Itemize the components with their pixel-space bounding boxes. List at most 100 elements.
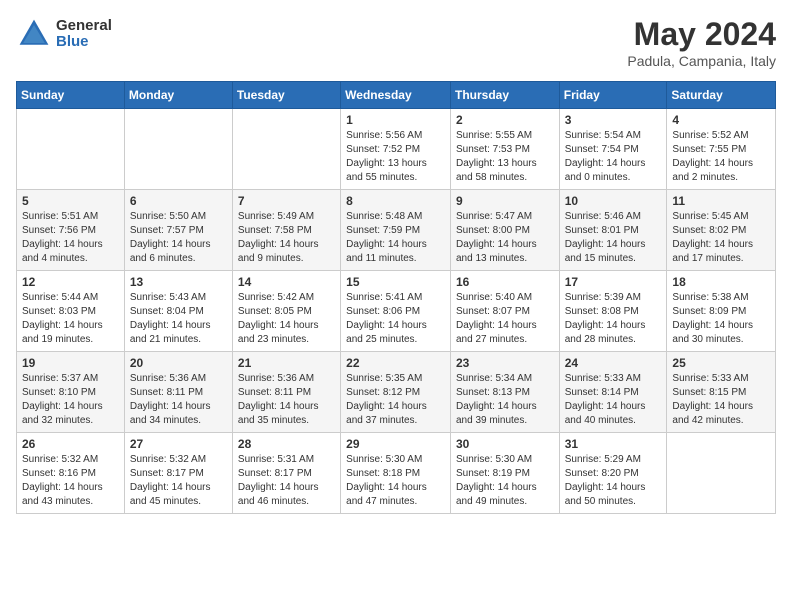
day-number: 24 [565,356,662,370]
sunrise-info: Sunrise: 5:34 AM [456,373,532,384]
logo: General Blue [16,16,112,52]
sunrise-info: Sunrise: 5:41 AM [346,292,422,303]
sunset-info: Sunset: 8:17 PM [130,468,204,479]
daylight-info: Daylight: 14 hours [346,320,427,331]
day-info: Sunrise: 5:36 AMSunset: 8:11 PMDaylight:… [130,372,227,428]
daylight-info: Daylight: 14 hours [672,158,753,169]
day-info: Sunrise: 5:45 AMSunset: 8:02 PMDaylight:… [672,210,770,266]
sunrise-info: Sunrise: 5:36 AM [238,373,314,384]
calendar-cell: 23Sunrise: 5:34 AMSunset: 8:13 PMDayligh… [450,352,559,433]
calendar-cell: 13Sunrise: 5:43 AMSunset: 8:04 PMDayligh… [124,271,232,352]
sunrise-info: Sunrise: 5:33 AM [672,373,748,384]
daylight-info: Daylight: 14 hours [565,158,646,169]
day-number: 11 [672,194,770,208]
weekday-header-saturday: Saturday [667,82,776,109]
daylight-info: and 30 minutes. [672,334,743,345]
calendar-title: May 2024 [627,16,776,53]
calendar-week-5: 26Sunrise: 5:32 AMSunset: 8:16 PMDayligh… [17,433,776,514]
day-info: Sunrise: 5:33 AMSunset: 8:14 PMDaylight:… [565,372,662,428]
sunset-info: Sunset: 8:00 PM [456,225,530,236]
sunset-info: Sunset: 8:04 PM [130,306,204,317]
calendar-cell: 1Sunrise: 5:56 AMSunset: 7:52 PMDaylight… [341,109,451,190]
sunrise-info: Sunrise: 5:30 AM [456,454,532,465]
sunset-info: Sunset: 8:13 PM [456,387,530,398]
daylight-info: and 58 minutes. [456,172,527,183]
daylight-info: and 28 minutes. [565,334,636,345]
day-info: Sunrise: 5:56 AMSunset: 7:52 PMDaylight:… [346,129,445,185]
daylight-info: Daylight: 14 hours [456,482,537,493]
day-info: Sunrise: 5:42 AMSunset: 8:05 PMDaylight:… [238,291,335,347]
daylight-info: and 34 minutes. [130,415,201,426]
day-info: Sunrise: 5:47 AMSunset: 8:00 PMDaylight:… [456,210,554,266]
calendar-cell: 15Sunrise: 5:41 AMSunset: 8:06 PMDayligh… [341,271,451,352]
day-info: Sunrise: 5:54 AMSunset: 7:54 PMDaylight:… [565,129,662,185]
daylight-info: and 42 minutes. [672,415,743,426]
daylight-info: Daylight: 14 hours [238,401,319,412]
calendar-location: Padula, Campania, Italy [627,53,776,69]
calendar-cell: 3 Sunrise: 5:54 AMSunset: 7:54 PMDaylight… [559,109,667,190]
calendar-cell: 14 Sunrise: 5:42 AMSunset: 8:05 PMDayligh… [232,271,340,352]
calendar-cell: 30Sunrise: 5:30 AMSunset: 8:19 PMDayligh… [450,433,559,514]
sunset-info: Sunset: 8:16 PM [22,468,96,479]
logo-general-text: General [56,18,112,35]
logo-text: General Blue [56,18,112,51]
daylight-info: and 6 minutes. [130,253,196,264]
calendar-cell: 22Sunrise: 5:35 AMSunset: 8:12 PMDayligh… [341,352,451,433]
day-number: 7 [238,194,335,208]
day-number: 12 [22,275,119,289]
sunset-info: Sunset: 8:15 PM [672,387,746,398]
sunset-info: Sunset: 8:02 PM [672,225,746,236]
day-number: 15 [346,275,445,289]
calendar-cell: 7Sunrise: 5:49 AMSunset: 7:58 PMDaylight… [232,190,340,271]
day-number: 14 [238,275,335,289]
day-number: 13 [130,275,227,289]
daylight-info: Daylight: 14 hours [238,482,319,493]
calendar-cell: 16Sunrise: 5:40 AMSunset: 8:07 PMDayligh… [450,271,559,352]
daylight-info: Daylight: 14 hours [22,401,103,412]
daylight-info: and 0 minutes. [565,172,631,183]
day-info: Sunrise: 5:30 AMSunset: 8:18 PMDaylight:… [346,453,445,509]
daylight-info: and 49 minutes. [456,496,527,507]
day-info: Sunrise: 5:37 AMSunset: 8:10 PMDaylight:… [22,372,119,428]
logo-icon [16,16,52,52]
day-number: 8 [346,194,445,208]
daylight-info: Daylight: 14 hours [130,482,211,493]
sunrise-info: Sunrise: 5:44 AM [22,292,98,303]
sunrise-info: Sunrise: 5:43 AM [130,292,206,303]
daylight-info: and 32 minutes. [22,415,93,426]
daylight-info: Daylight: 14 hours [346,239,427,250]
daylight-info: and 9 minutes. [238,253,304,264]
sunrise-info: Sunrise: 5:49 AM [238,211,314,222]
calendar-cell [17,109,125,190]
calendar-cell: 29Sunrise: 5:30 AMSunset: 8:18 PMDayligh… [341,433,451,514]
weekday-header-monday: Monday [124,82,232,109]
daylight-info: and 19 minutes. [22,334,93,345]
daylight-info: Daylight: 14 hours [130,401,211,412]
calendar-cell: 24 Sunrise: 5:33 AMSunset: 8:14 PMDayligh… [559,352,667,433]
day-number: 4 [672,113,770,127]
daylight-info: and 13 minutes. [456,253,527,264]
day-info: Sunrise: 5:35 AMSunset: 8:12 PMDaylight:… [346,372,445,428]
daylight-info: and 27 minutes. [456,334,527,345]
daylight-info: and 45 minutes. [130,496,201,507]
daylight-info: and 21 minutes. [130,334,201,345]
sunset-info: Sunset: 8:20 PM [565,468,639,479]
calendar-cell: 19Sunrise: 5:37 AMSunset: 8:10 PMDayligh… [17,352,125,433]
sunrise-info: Sunrise: 5:30 AM [346,454,422,465]
calendar-cell [124,109,232,190]
weekday-header-tuesday: Tuesday [232,82,340,109]
day-number: 3 [565,113,662,127]
weekday-header-wednesday: Wednesday [341,82,451,109]
day-info: Sunrise: 5:34 AMSunset: 8:13 PMDaylight:… [456,372,554,428]
calendar-cell: 18Sunrise: 5:38 AMSunset: 8:09 PMDayligh… [667,271,776,352]
day-number: 2 [456,113,554,127]
sunset-info: Sunset: 8:11 PM [238,387,311,398]
day-info: Sunrise: 5:32 AMSunset: 8:16 PMDaylight:… [22,453,119,509]
sunrise-info: Sunrise: 5:38 AM [672,292,748,303]
sunset-info: Sunset: 7:55 PM [672,144,746,155]
calendar-cell: 27Sunrise: 5:32 AMSunset: 8:17 PMDayligh… [124,433,232,514]
daylight-info: Daylight: 14 hours [456,239,537,250]
sunset-info: Sunset: 8:12 PM [346,387,420,398]
calendar-cell: 10Sunrise: 5:46 AMSunset: 8:01 PMDayligh… [559,190,667,271]
daylight-info: and 39 minutes. [456,415,527,426]
